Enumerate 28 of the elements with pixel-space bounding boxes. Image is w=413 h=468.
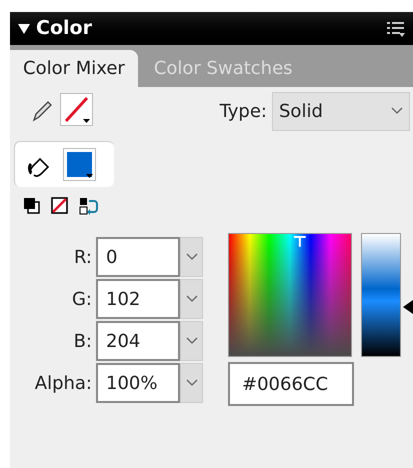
chevron-down-icon bbox=[186, 295, 198, 303]
collapse-triangle-icon[interactable] bbox=[18, 24, 30, 34]
swap-colors-icon[interactable] bbox=[79, 197, 99, 215]
channel-input[interactable]: 204 bbox=[96, 321, 180, 361]
channel-input[interactable]: 0 bbox=[96, 237, 180, 277]
hex-input[interactable]: #0066CC bbox=[228, 362, 354, 406]
chevron-down-icon bbox=[186, 337, 198, 345]
channel-label: R: bbox=[72, 246, 93, 270]
default-colors-icon[interactable] bbox=[23, 197, 40, 214]
fill-color-swatch[interactable] bbox=[63, 148, 96, 181]
channel-input[interactable]: 100% bbox=[96, 363, 180, 403]
chevron-down-icon bbox=[391, 107, 403, 115]
type-select[interactable]: Solid bbox=[272, 92, 410, 130]
chevron-down-icon bbox=[186, 379, 198, 387]
channel-label: G: bbox=[70, 288, 93, 312]
menu-icon[interactable] bbox=[387, 20, 405, 36]
tab[interactable]: Color Mixer bbox=[10, 50, 138, 87]
stroke-color-swatch[interactable] bbox=[60, 93, 93, 126]
channel-input[interactable]: 102 bbox=[96, 279, 180, 319]
channel-label: B: bbox=[72, 330, 93, 354]
pencil-icon bbox=[30, 99, 54, 123]
type-label: Type: bbox=[220, 100, 267, 124]
channel-label: Alpha: bbox=[34, 372, 93, 396]
color-spectrum-drawing[interactable] bbox=[228, 233, 352, 357]
slider-arrow[interactable] bbox=[403, 300, 413, 314]
no-color-icon[interactable] bbox=[51, 197, 68, 214]
chevron-down-icon bbox=[186, 253, 198, 261]
panel-title: Color bbox=[36, 16, 92, 42]
